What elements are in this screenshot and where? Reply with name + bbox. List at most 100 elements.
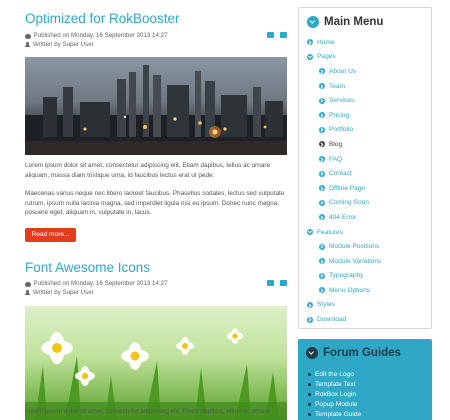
menu-item-label: Download bbox=[317, 316, 347, 324]
menu-item-typography[interactable]: Typography bbox=[307, 269, 425, 284]
chevron-right-icon bbox=[319, 112, 325, 119]
article-meta: Published on Monday, 16 September 2013 1… bbox=[25, 32, 287, 49]
bullet-icon bbox=[308, 382, 311, 386]
chevron-right-icon bbox=[319, 170, 325, 177]
menu-item-label: Typography bbox=[329, 272, 364, 280]
menu-item-label: Contact bbox=[329, 170, 352, 178]
menu-item-label: Pages bbox=[317, 53, 336, 61]
user-icon bbox=[25, 290, 30, 296]
print-icon[interactable] bbox=[267, 280, 274, 286]
author-row: Written by Super User bbox=[25, 289, 287, 298]
published-date: Published on Monday, 16 September 2013 1… bbox=[33, 32, 168, 39]
forum-guides-title: Forum Guides bbox=[298, 339, 432, 359]
forum-guide-label: Template Guide bbox=[315, 411, 362, 419]
article-tools bbox=[267, 32, 287, 38]
menu-item-contact[interactable]: Contact bbox=[307, 166, 425, 181]
chevron-right-icon bbox=[319, 68, 325, 75]
calendar-icon bbox=[25, 281, 31, 287]
menu-item-pricing[interactable]: Pricing bbox=[307, 108, 425, 123]
article-paragraph: Lorem ipsum dolor sit amet, consectetur … bbox=[25, 408, 271, 415]
article-image-refinery bbox=[25, 57, 287, 155]
main-menu-list: Home Pages About Us Team Services Pricing Port… bbox=[307, 35, 425, 327]
article-image-daisies bbox=[25, 306, 287, 420]
forum-guide-label: Edit the Logo bbox=[315, 370, 354, 378]
bullet-icon bbox=[308, 403, 311, 407]
chevron-right-icon bbox=[319, 185, 325, 192]
bullet-icon bbox=[308, 372, 311, 376]
menu-item-label: Pricing bbox=[329, 111, 350, 119]
menu-item-label: Home bbox=[317, 38, 335, 46]
menu-item-label: Styles bbox=[317, 301, 335, 309]
published-row: Published on Monday, 16 September 2013 1… bbox=[25, 32, 287, 41]
daisies-image-icon bbox=[25, 306, 287, 420]
article-meta: Published on Monday, 16 September 2013 1… bbox=[25, 280, 287, 297]
forum-guides-module: Forum Guides Edit the Logo Template Text R… bbox=[298, 339, 432, 420]
chevron-right-icon bbox=[319, 214, 325, 221]
menu-item-label: Portfolio bbox=[329, 126, 354, 134]
menu-item-faq[interactable]: FAQ bbox=[307, 152, 425, 167]
menu-item-pages[interactable]: Pages bbox=[307, 50, 425, 65]
menu-item-download[interactable]: Download bbox=[307, 312, 425, 327]
forum-guide-link[interactable]: RokBox Login bbox=[308, 389, 361, 399]
chevron-right-icon bbox=[319, 243, 325, 250]
menu-item-menu-options[interactable]: Menu Options bbox=[307, 283, 425, 298]
forum-guide-link[interactable]: Edit the Logo bbox=[308, 369, 361, 379]
forum-guides-list: Edit the Logo Template Text RokBox Login Po… bbox=[308, 369, 361, 420]
chevron-right-icon bbox=[319, 97, 325, 104]
chevron-right-icon bbox=[319, 156, 325, 163]
menu-item-label: About Us bbox=[329, 67, 357, 75]
menu-item-home[interactable]: Home bbox=[307, 35, 425, 50]
menu-item-features[interactable]: Features bbox=[307, 225, 425, 240]
forum-guide-link[interactable]: Popup Module bbox=[308, 400, 361, 410]
menu-item-coming-soon[interactable]: Coming Soon bbox=[307, 196, 425, 211]
chevron-right-icon bbox=[319, 83, 325, 90]
menu-item-blog[interactable]: Blog bbox=[307, 137, 425, 152]
chevron-right-icon bbox=[319, 199, 325, 206]
article-paragraph: Lorem ipsum dolor sit amet, consectetur … bbox=[25, 162, 271, 179]
menu-item-services[interactable]: Services bbox=[307, 93, 425, 108]
author-name: Written by Super User bbox=[33, 40, 94, 48]
chevron-down-icon bbox=[307, 53, 313, 60]
menu-item-module-variations[interactable]: Module Variations bbox=[307, 254, 425, 269]
menu-item-module-positions[interactable]: Module Positions bbox=[307, 239, 425, 254]
chevron-right-icon bbox=[319, 287, 325, 294]
chevron-right-icon bbox=[319, 258, 325, 265]
chevron-down-icon bbox=[307, 16, 319, 28]
chevron-right-icon bbox=[319, 126, 325, 133]
published-row: Published on Monday, 16 September 2013 1… bbox=[25, 280, 287, 289]
author-name: Written by Super User bbox=[33, 288, 94, 296]
chevron-right-icon bbox=[319, 272, 325, 279]
article-paragraph: Maecenas varius neque nec libero laoreet… bbox=[25, 190, 285, 217]
menu-item-label: Blog bbox=[329, 140, 343, 148]
email-icon[interactable] bbox=[280, 32, 287, 38]
chevron-right-icon bbox=[307, 316, 313, 323]
menu-item-team[interactable]: Team bbox=[307, 79, 425, 94]
menu-item-label: FAQ bbox=[329, 155, 343, 163]
forum-guide-label: Template Text bbox=[315, 380, 356, 388]
email-icon[interactable] bbox=[280, 280, 287, 286]
published-date: Published on Monday, 16 September 2013 1… bbox=[33, 280, 168, 287]
menu-item-label: Coming Soon bbox=[329, 199, 369, 207]
print-icon[interactable] bbox=[267, 32, 274, 38]
menu-item-styles[interactable]: Styles bbox=[307, 298, 425, 313]
chevron-down-icon bbox=[307, 229, 313, 236]
article-title[interactable]: Optimized for RokBooster bbox=[25, 11, 180, 27]
forum-guide-link[interactable]: Template Text bbox=[308, 379, 361, 389]
main-menu-module: Main Menu Home Pages About Us Team Services P… bbox=[298, 7, 432, 329]
forum-guides-title-text: Forum Guides bbox=[323, 347, 401, 359]
forum-guide-label: RokBox Login bbox=[315, 390, 357, 398]
menu-item-404-error[interactable]: 404 Error bbox=[307, 210, 425, 225]
chevron-right-icon bbox=[307, 301, 313, 308]
chevron-right-icon bbox=[319, 141, 325, 148]
forum-guide-link[interactable]: Template Guide bbox=[308, 410, 361, 420]
article-tools bbox=[267, 280, 287, 286]
read-more-button[interactable]: Read more... bbox=[25, 228, 76, 242]
chevron-right-icon bbox=[307, 39, 313, 46]
menu-item-portfolio[interactable]: Portfolio bbox=[307, 123, 425, 138]
article-title[interactable]: Font Awesome Icons bbox=[25, 260, 150, 276]
main-menu-title-text: Main Menu bbox=[324, 16, 384, 28]
menu-item-about-us[interactable]: About Us bbox=[307, 64, 425, 79]
menu-item-offline-page[interactable]: Offline Page bbox=[307, 181, 425, 196]
author-row: Written by Super User bbox=[25, 41, 287, 50]
menu-item-label: Team bbox=[329, 82, 346, 90]
